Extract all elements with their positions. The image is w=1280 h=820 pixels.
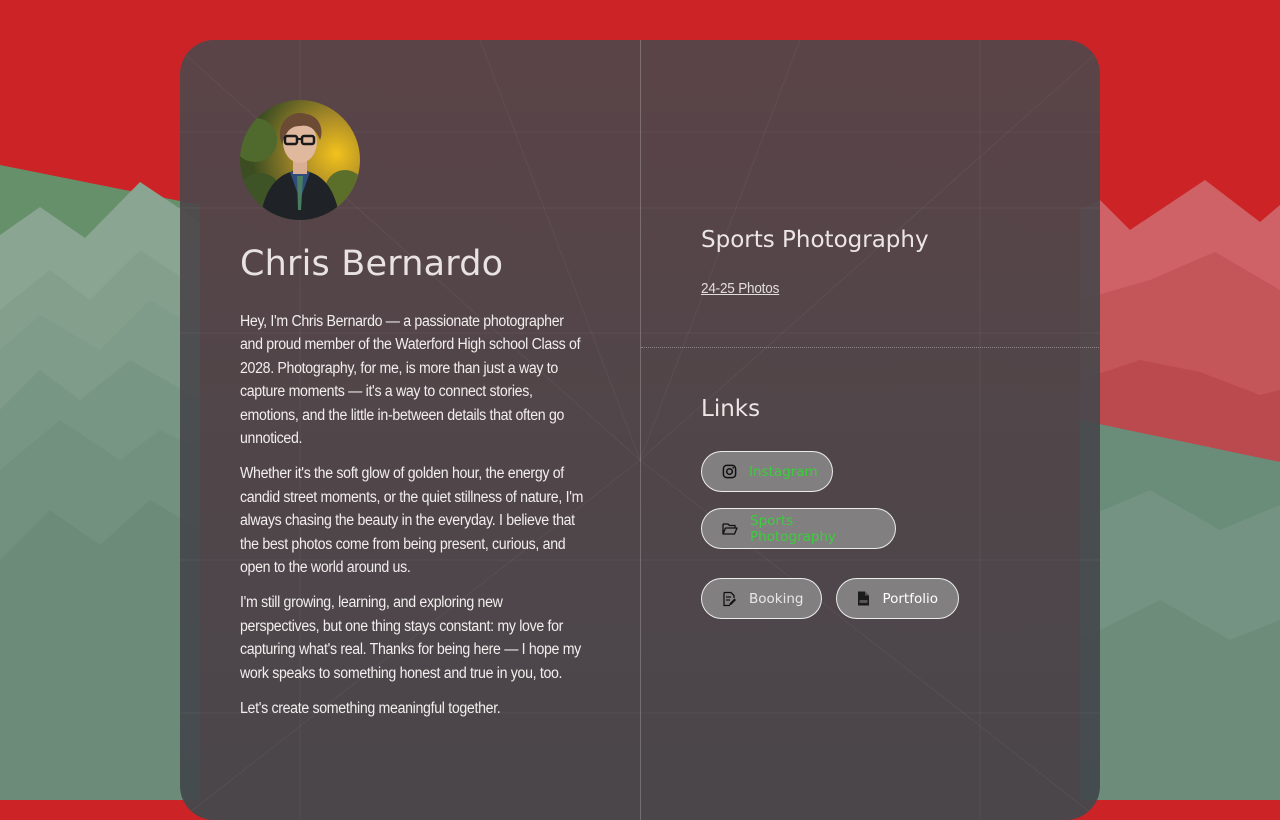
bio-paragraph: Hey, I'm Chris Bernardo — a passionate p… bbox=[240, 313, 581, 448]
folder-open-icon bbox=[722, 521, 738, 537]
sports-photography-label: Sports Photography bbox=[750, 512, 837, 545]
sports-photography-link-button[interactable]: Sports Photography bbox=[701, 508, 896, 549]
portfolio-label: Portfolio bbox=[882, 590, 938, 607]
avatar-photo bbox=[240, 100, 360, 220]
bio-paragraph: Let's create something meaningful togeth… bbox=[240, 700, 501, 718]
about-column: Chris Bernardo Hey, I'm Chris Bernardo —… bbox=[180, 40, 640, 820]
booking-link-button[interactable]: Booking bbox=[701, 578, 822, 619]
instagram-icon bbox=[722, 464, 737, 480]
avatar bbox=[240, 100, 360, 220]
instagram-link-button[interactable]: Instagram bbox=[701, 451, 833, 492]
sports-photography-heading: Sports Photography bbox=[701, 227, 929, 253]
profile-card: Chris Bernardo Hey, I'm Chris Bernardo —… bbox=[180, 40, 1100, 820]
bio: Hey, I'm Chris Bernardo — a passionate p… bbox=[240, 310, 585, 733]
bio-paragraph: I'm still growing, learning, and explori… bbox=[240, 594, 581, 682]
profile-name: Chris Bernardo bbox=[240, 244, 504, 284]
section-divider bbox=[641, 347, 1100, 348]
pdf-file-icon bbox=[857, 591, 870, 607]
booking-label: Booking bbox=[749, 590, 804, 607]
links-column: Sports Photography 24-25 Photos Links In… bbox=[640, 40, 1100, 820]
edit-document-icon bbox=[722, 591, 737, 607]
links-heading: Links bbox=[701, 396, 761, 422]
photos-24-25-link[interactable]: 24-25 Photos bbox=[701, 280, 779, 297]
instagram-label: Instagram bbox=[749, 463, 818, 480]
portfolio-link-button[interactable]: Portfolio bbox=[836, 578, 959, 619]
bio-paragraph: Whether it's the soft glow of golden hou… bbox=[240, 465, 584, 577]
